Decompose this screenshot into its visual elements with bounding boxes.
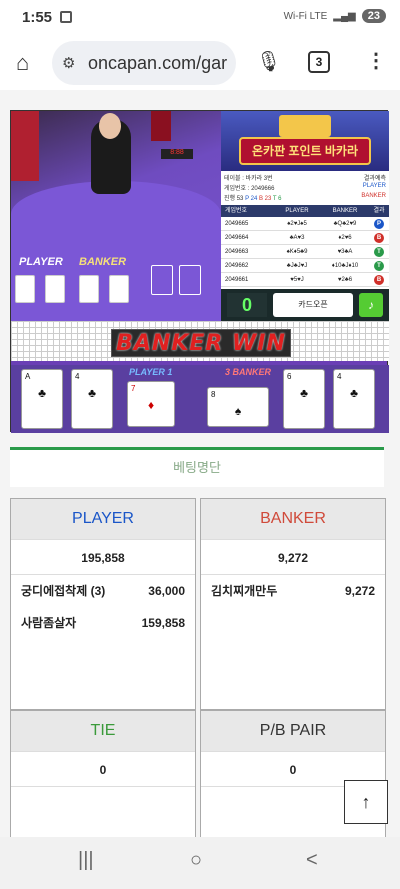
banker-score: 3 BANKER: [225, 367, 272, 377]
playing-card: 8 ♠: [207, 387, 269, 427]
logo-text: 온카판 포인트 바카라: [239, 137, 371, 165]
network-icon: Wi-Fi LTE: [283, 10, 328, 22]
system-nav-bar: ||| ○ <: [0, 837, 400, 889]
address-bar[interactable]: ⚙ oncapan.com/gar: [52, 41, 236, 85]
tie-bets-header: TIE: [11, 711, 195, 751]
game-panel: 온카판 포인트 바카라 테이블 : 바카라 3번 결과예측 게임번호 : 204…: [221, 111, 389, 321]
back-button[interactable]: <: [306, 849, 318, 872]
card-count: 0: [227, 293, 267, 317]
playing-card: A ♣: [21, 369, 63, 429]
predict-label: 결과예측: [363, 176, 386, 182]
recent-apps-button[interactable]: |||: [78, 849, 94, 872]
screenshot-icon: [60, 11, 72, 23]
video-dealer-head: [99, 113, 121, 139]
history-row: 2049665 ♠2♥J♠5 ♣Q♣2♥9 P: [221, 217, 389, 231]
more-menu-icon[interactable]: ⋮: [366, 48, 386, 73]
status-bar: 1:55 Wi-Fi LTE ▂▄▆ 23: [0, 0, 400, 36]
video-card: [79, 275, 99, 303]
player-bets-header: PLAYER: [11, 499, 195, 539]
video-card: [45, 275, 65, 303]
sound-icon[interactable]: ♪: [359, 293, 383, 317]
card-area: PLAYER 1 3 BANKER A ♣ 4 ♣ 7 ♦ 8 ♠ 6 ♣ 4 ♣: [11, 365, 389, 433]
browser-toolbar: ⌂ ⚙ oncapan.com/gar 🎙 3 ⋮: [0, 36, 400, 90]
tabs-button[interactable]: 3: [308, 51, 330, 73]
game-info: 테이블 : 바카라 3번 결과예측 게임번호 : 2049666 PLAYER …: [221, 171, 389, 205]
page-content: 8:88 PLAYER BANKER 온카판 포인트 바카라 테이블 : 바카라…: [0, 90, 400, 837]
player-bets-box: PLAYER 195,858 궁디에접착제 (3) 36,000 사람좀살자 159…: [10, 498, 196, 710]
predict-player[interactable]: PLAYER: [363, 183, 386, 189]
history-row: 2049662 ♣J♣J♥J ♦10♣J♦10 T: [221, 259, 389, 273]
playing-card: 6 ♣: [283, 369, 325, 429]
result-badge: B: [374, 233, 384, 243]
video-banker-label: BANKER: [79, 256, 127, 268]
mic-icon[interactable]: 🎙: [256, 49, 281, 74]
home-icon[interactable]: ⌂: [16, 50, 29, 76]
tie-bets-box: TIE 0: [10, 710, 196, 837]
player-bets-total: 195,858: [11, 539, 195, 575]
playing-card: 7 ♦: [127, 381, 175, 427]
tie-count: T 6: [272, 196, 282, 202]
clock: 1:55: [22, 9, 53, 26]
player-count: P 24: [245, 196, 258, 202]
video-dealer-right: [151, 111, 171, 141]
game-logo: 온카판 포인트 바카라: [221, 111, 389, 171]
player-score: PLAYER 1: [129, 367, 173, 377]
game-number: 게임번호 : 2049666: [224, 186, 275, 192]
bet-entry: 궁디에접착제 (3) 36,000: [21, 584, 185, 598]
game-frame: 8:88 PLAYER BANKER 온카판 포인트 바카라 테이블 : 바카라…: [10, 110, 389, 433]
banker-bets-total: 9,272: [201, 539, 385, 575]
slot-machine-icon: [279, 115, 331, 137]
history-row: 2049661 ♥5♥J ♥2♣6 B: [221, 273, 389, 287]
tie-bets-total: 0: [11, 751, 195, 787]
bet-entry: 사람좀살자 159,858: [21, 616, 185, 630]
win-text: BANKER WIN: [116, 331, 286, 356]
result-badge: T: [374, 261, 384, 271]
progress: 진행 53: [224, 196, 244, 202]
betting-list-title: 베팅명단: [10, 447, 384, 487]
table-name: 테이블 : 바카라 3번: [224, 176, 273, 182]
bet-entry: 김치찌개만두 9,272: [211, 584, 375, 598]
playing-card: 4 ♣: [71, 369, 113, 429]
signal-icon: ▂▄▆: [333, 10, 356, 22]
result-badge: B: [374, 275, 384, 285]
banker-bets-box: BANKER 9,272 김치찌개만두 9,272: [200, 498, 386, 710]
video-card-slot: [179, 265, 201, 295]
win-banner: BANKER WIN: [111, 329, 291, 357]
scroll-top-button[interactable]: ↑: [344, 780, 388, 824]
banker-count: B 23: [258, 196, 272, 202]
pair-bets-header: P/B PAIR: [201, 711, 385, 751]
home-button[interactable]: ○: [190, 849, 202, 872]
game-controls: 0 카드오픈 ♪: [221, 289, 389, 321]
result-badge: T: [374, 247, 384, 257]
playing-card: 4 ♣: [333, 369, 375, 429]
video-card-slot: [151, 265, 173, 295]
video-card: [15, 275, 35, 303]
video-player-label: PLAYER: [19, 256, 63, 268]
live-video: 8:88 PLAYER BANKER: [11, 111, 221, 321]
video-card: [109, 275, 129, 303]
url-text[interactable]: oncapan.com/gar: [88, 53, 227, 74]
video-led: 8:88: [161, 149, 193, 159]
card-open-button[interactable]: 카드오픈: [273, 293, 353, 317]
history-row: 2049664 ♣A♥3 ♦2♥6 B: [221, 231, 389, 245]
history-row: 2049663 ♠K♦5♣9 ♥3♣A T: [221, 245, 389, 259]
video-dealer-left: [11, 111, 39, 181]
predict-banker[interactable]: BANKER: [361, 193, 386, 199]
banker-bets-header: BANKER: [201, 499, 385, 539]
status-icons: Wi-Fi LTE ▂▄▆ 23: [284, 9, 386, 23]
site-settings-icon[interactable]: ⚙: [62, 54, 75, 72]
history-table: 게임번호 PLAYER BANKER 결과 2049665 ♠2♥J♠5 ♣Q♣2♥…: [221, 205, 389, 289]
result-badge: P: [374, 219, 384, 229]
battery-badge: 23: [361, 9, 386, 23]
history-header: 게임번호 PLAYER BANKER 결과: [221, 205, 389, 217]
